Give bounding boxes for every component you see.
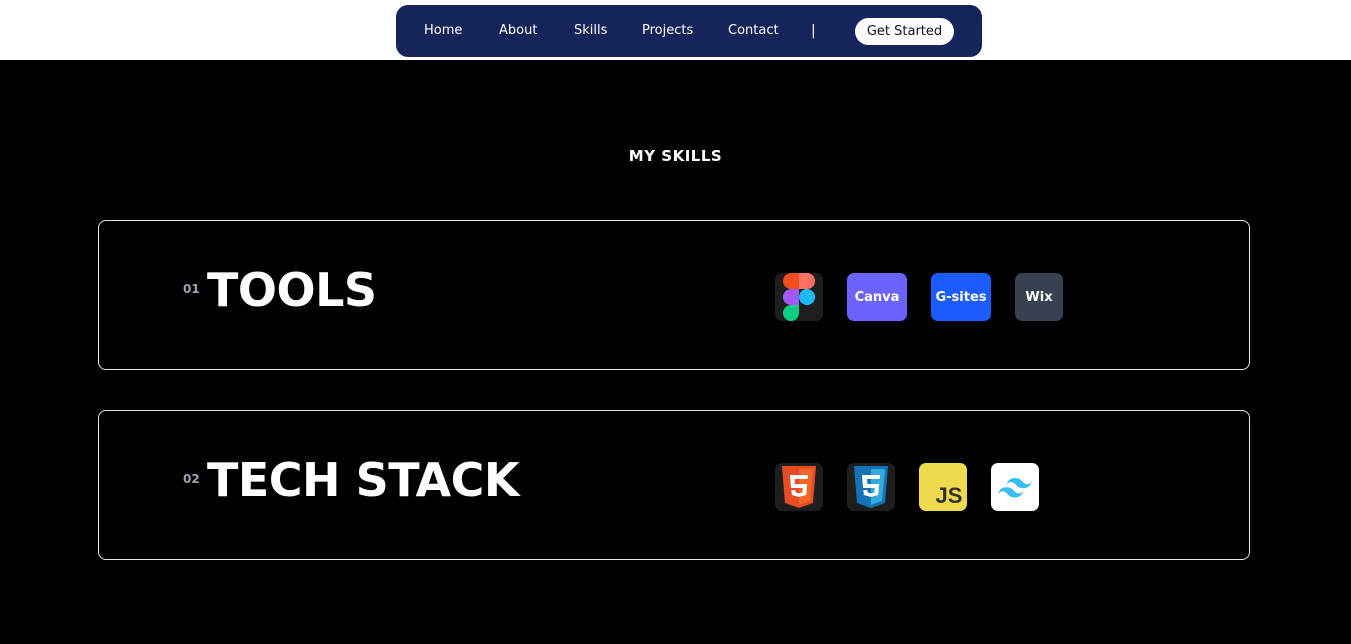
skills-section: MY SKILLS 01 TOOLS Canva G-sites Wix 02 … (0, 60, 1351, 644)
css3-icon (847, 463, 895, 511)
card-number: 01 (183, 282, 200, 296)
svg-text:JS: JS (936, 483, 963, 508)
nav-link-home[interactable]: Home (424, 5, 462, 57)
html5-icon (775, 463, 823, 511)
section-title: MY SKILLS (628, 147, 723, 165)
card-heading: TECH STACK (207, 453, 520, 507)
nav-link-projects[interactable]: Projects (642, 5, 693, 57)
skill-card-tools: 01 TOOLS Canva G-sites Wix (98, 220, 1250, 370)
figma-icon (775, 273, 823, 321)
top-bar: Home About Skills Projects Contact | Get… (0, 0, 1351, 60)
wix-icon: Wix (1015, 273, 1063, 321)
tailwind-icon (991, 463, 1039, 511)
nav-link-contact[interactable]: Contact (728, 5, 779, 57)
card-heading: TOOLS (207, 263, 377, 317)
get-started-button[interactable]: Get Started (855, 18, 954, 45)
card-number: 02 (183, 472, 200, 486)
javascript-icon: JS (919, 463, 967, 511)
nav-link-about[interactable]: About (499, 5, 537, 57)
nav-link-skills[interactable]: Skills (574, 5, 607, 57)
google-sites-icon: G-sites (931, 273, 991, 321)
navbar: Home About Skills Projects Contact | Get… (396, 5, 982, 57)
skill-card-tech-stack: 02 TECH STACK JS (98, 410, 1250, 560)
nav-separator: | (811, 23, 816, 39)
canva-icon: Canva (847, 273, 907, 321)
